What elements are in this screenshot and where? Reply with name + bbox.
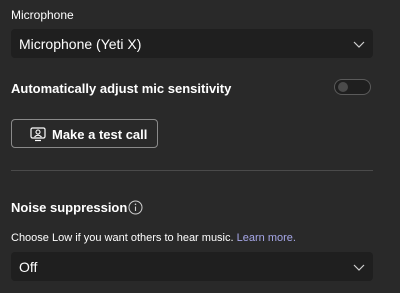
- microphone-select[interactable]: Microphone (Yeti X): [11, 29, 373, 58]
- info-icon[interactable]: [128, 200, 143, 215]
- toggle-knob: [338, 82, 348, 92]
- microphone-section-label: Microphone: [11, 8, 74, 22]
- chevron-down-icon: [353, 41, 365, 48]
- noise-suppression-description-text: Choose Low if you want others to hear mu…: [11, 232, 234, 244]
- noise-suppression-title: Noise suppression: [11, 200, 128, 215]
- test-call-icon: [30, 127, 46, 142]
- microphone-select-value: Microphone (Yeti X): [19, 36, 142, 52]
- device-settings-panel: Microphone Microphone (Yeti X) Automatic…: [0, 0, 400, 293]
- auto-adjust-toggle[interactable]: [334, 79, 371, 95]
- noise-suppression-select[interactable]: Off: [11, 252, 373, 281]
- auto-adjust-label: Automatically adjust mic sensitivity: [11, 81, 232, 96]
- chevron-down-icon: [353, 264, 365, 271]
- noise-suppression-description: Choose Low if you want others to hear mu…: [11, 232, 296, 244]
- section-divider: [11, 170, 373, 171]
- noise-suppression-select-value: Off: [19, 259, 38, 275]
- learn-more-link[interactable]: Learn more.: [237, 232, 296, 244]
- make-test-call-button[interactable]: Make a test call: [11, 119, 158, 148]
- make-test-call-label: Make a test call: [52, 127, 148, 142]
